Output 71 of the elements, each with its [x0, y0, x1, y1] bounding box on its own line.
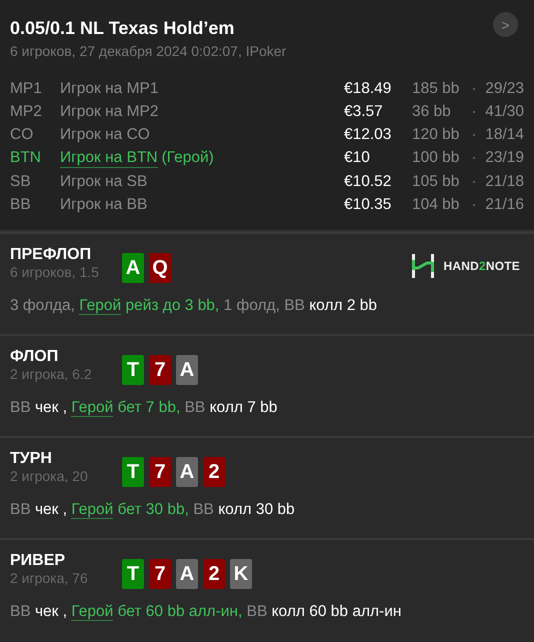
- action-line: BB чек , Герой бет 7 bb, BB колл 7 bb: [10, 399, 278, 417]
- player-stack: €3.57: [344, 102, 384, 121]
- stack-bb: 36 bb: [412, 102, 452, 121]
- player-stats: 23/19: [484, 148, 524, 168]
- separator-dot: [473, 134, 475, 136]
- player-position: CO: [10, 125, 34, 144]
- player-stats: 21/18: [484, 172, 524, 191]
- player-name: Игрок на MP1: [60, 79, 158, 98]
- player-position: MP1: [10, 79, 43, 98]
- player-position: BTN: [10, 148, 42, 168]
- playing-card: T: [122, 457, 144, 487]
- hero-tag: (Герой): [162, 148, 214, 168]
- separator-dot: [473, 180, 475, 182]
- player-name: Игрок на BB: [60, 195, 148, 214]
- action-line: BB чек , Герой бет 30 bb, BB колл 30 bb: [10, 501, 295, 519]
- stack-bb: 104 bb: [412, 195, 460, 214]
- logo-text: HAND2NOTE: [444, 259, 520, 273]
- street-name: РИВЕР: [10, 552, 66, 570]
- playing-card: 2: [203, 559, 225, 589]
- player-position: BB: [10, 195, 32, 214]
- playing-card: T: [122, 355, 144, 385]
- playing-card: A: [122, 253, 144, 283]
- player-link[interactable]: Игрок на BTN: [60, 148, 158, 168]
- playing-card: K: [230, 559, 252, 589]
- hand-info: 6 игроков, 27 декабря 2024 0:02:07, IPoker: [10, 43, 286, 59]
- player-stack: €10: [344, 148, 371, 168]
- street-info: 6 игроков, 1.5: [10, 264, 99, 280]
- player-name: Игрок на MP2: [60, 102, 158, 121]
- player-name: Игрок на CO: [60, 125, 150, 144]
- playing-card: A: [176, 457, 198, 487]
- player-stats: 29/23: [484, 79, 524, 98]
- player-position: SB: [10, 172, 32, 191]
- player-stats: 41/30: [484, 102, 524, 121]
- player-name: Игрок на SB: [60, 172, 148, 191]
- hero-link[interactable]: Герой: [71, 399, 114, 417]
- playing-card: Q: [149, 253, 171, 283]
- street-info: 2 игрока, 20: [10, 468, 88, 484]
- separator-dot: [473, 157, 475, 159]
- hero-link[interactable]: Герой: [71, 603, 114, 621]
- playing-card: 7: [149, 355, 171, 385]
- playing-card: T: [122, 559, 144, 589]
- street-info: 2 игрока, 6.2: [10, 366, 92, 382]
- street-name: ТУРН: [10, 450, 52, 468]
- street-name: ФЛОП: [10, 348, 58, 366]
- hero-link[interactable]: Герой: [71, 501, 114, 519]
- separator-dot: [473, 88, 475, 90]
- playing-card: 7: [149, 559, 171, 589]
- stack-bb: 100 bb: [412, 148, 460, 168]
- hero-link[interactable]: Герой: [79, 297, 122, 315]
- player-position: MP2: [10, 102, 43, 121]
- playing-card: 7: [149, 457, 171, 487]
- playing-card: A: [176, 355, 198, 385]
- player-stats: 18/14: [484, 125, 524, 144]
- action-line: 3 фолда, Герой рейз до 3 bb, 1 фолд, BB колл 2 bb: [10, 297, 378, 315]
- stack-bb: 105 bb: [412, 172, 460, 191]
- playing-card: A: [176, 559, 198, 589]
- street-name: ПРЕФЛОП: [10, 246, 92, 264]
- hand-title: 0.05/0.1 NL Texas Hold’em: [10, 18, 234, 39]
- separator-dot: [473, 204, 475, 206]
- player-stack: €12.03: [344, 125, 392, 144]
- logo-icon: [412, 254, 434, 278]
- separator-dot: [473, 110, 475, 112]
- street-info: 2 игрока, 76: [10, 570, 88, 586]
- stack-bb: 120 bb: [412, 125, 460, 144]
- action-line: BB чек , Герой бет 60 bb алл-ин, BB колл 60 bb алл-ин: [10, 603, 402, 621]
- playing-card: 2: [203, 457, 225, 487]
- stack-bb: 185 bb: [412, 79, 460, 98]
- player-stack: €10.35: [344, 195, 392, 214]
- player-stack: €18.49: [344, 79, 392, 98]
- player-stats: 21/16: [484, 195, 524, 214]
- player-stack: €10.52: [344, 172, 392, 191]
